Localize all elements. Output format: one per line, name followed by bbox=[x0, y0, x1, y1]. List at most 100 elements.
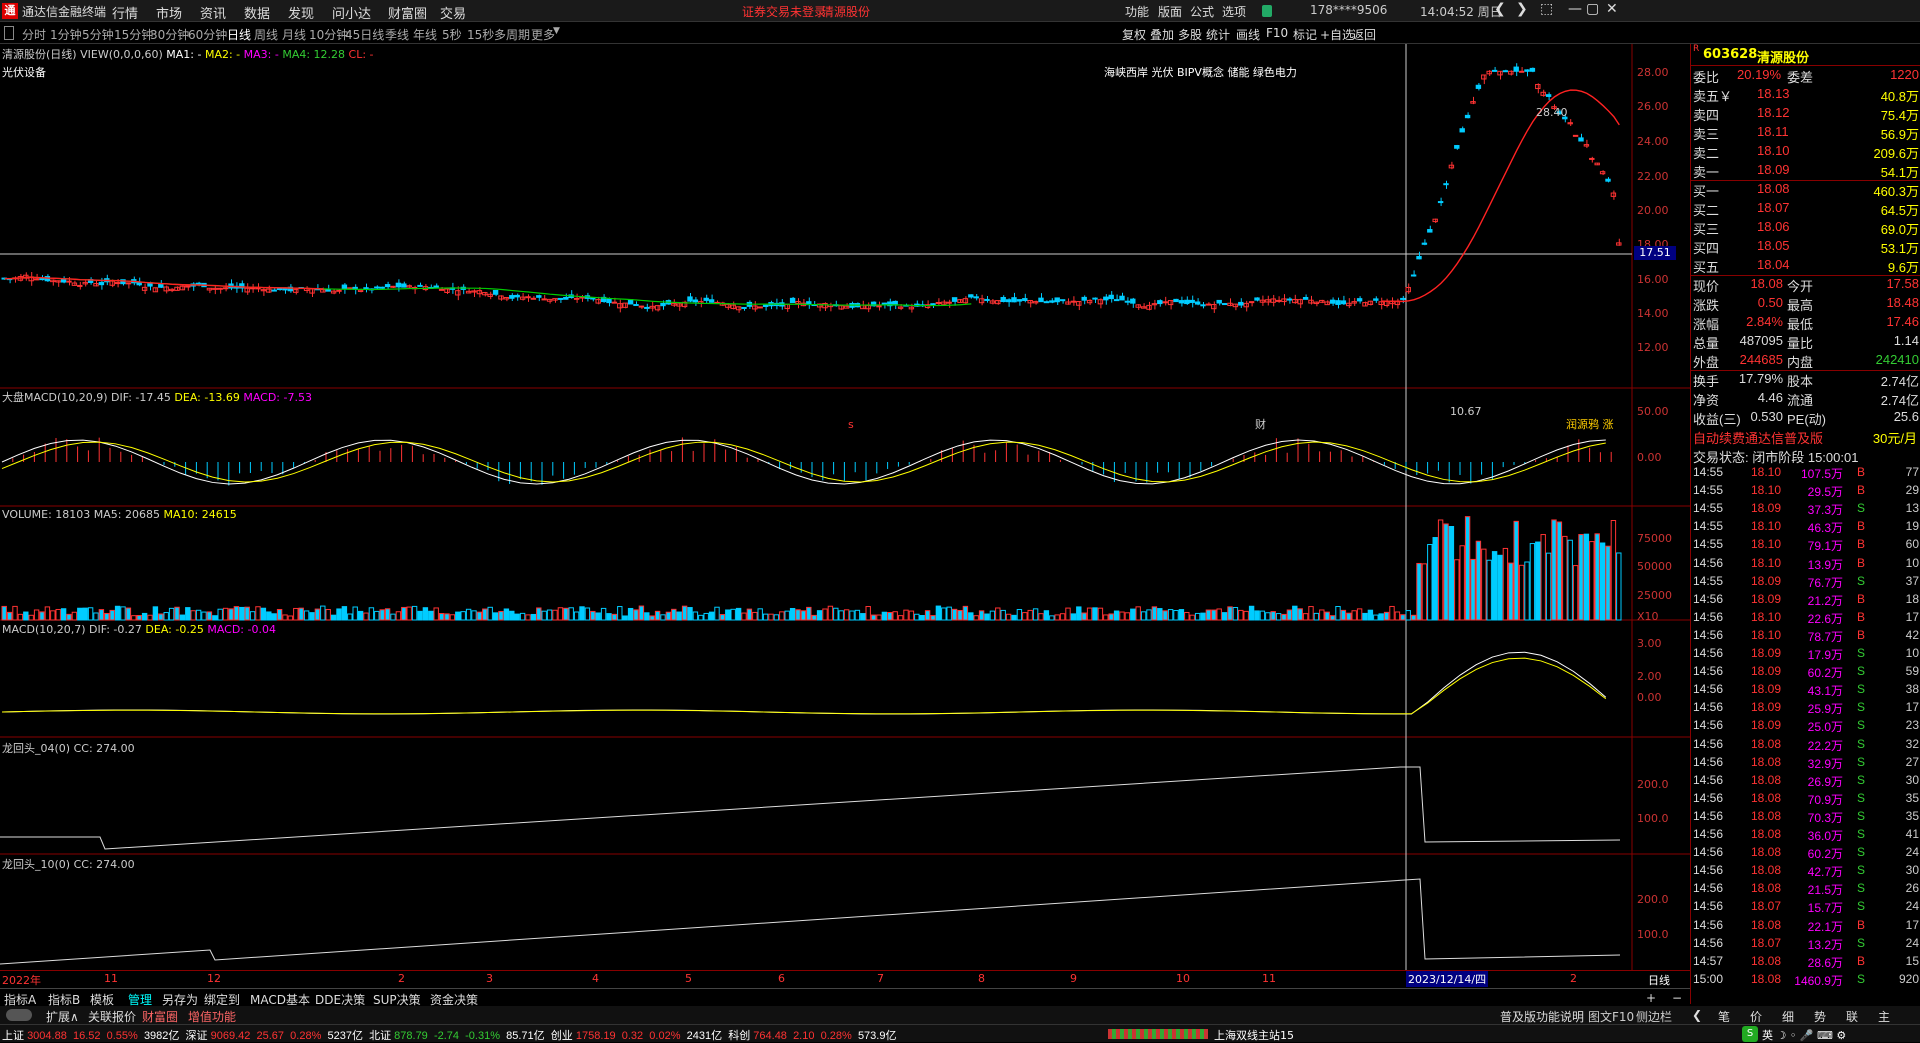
tool-multi-stock[interactable]: 多股 bbox=[1178, 26, 1202, 43]
zoom-out-icon[interactable]: − bbox=[1672, 991, 1682, 1005]
stat-label: 内盘 bbox=[1787, 355, 1814, 370]
period-15min[interactable]: 15分钟 bbox=[114, 26, 153, 43]
volume-bar bbox=[228, 608, 234, 621]
menu-item-data[interactable]: 数据 bbox=[244, 3, 270, 22]
input-method-icon[interactable]: S bbox=[1742, 1026, 1758, 1042]
sidebar-link[interactable]: 侧边栏 bbox=[1636, 1008, 1672, 1025]
menu-item-trade[interactable]: 交易 bbox=[440, 3, 466, 22]
toggle-icon[interactable] bbox=[4, 26, 14, 40]
volume-bar bbox=[1184, 611, 1190, 621]
tab-extend[interactable]: 扩展∧ bbox=[46, 1008, 79, 1025]
period-year[interactable]: 年线 bbox=[413, 26, 437, 43]
ad-banner[interactable]: 自动续费通达信普及版 30元/月 bbox=[1691, 427, 1920, 446]
volume-bar bbox=[1259, 610, 1266, 621]
candle-body bbox=[1410, 274, 1417, 277]
period-multi[interactable]: 多周期 bbox=[494, 26, 530, 43]
menu-item-news[interactable]: 资讯 bbox=[200, 3, 226, 22]
back-icon[interactable]: ❮ bbox=[1494, 1, 1506, 17]
stat-value: 4.46 bbox=[1757, 390, 1783, 405]
tick-time: 15:00 bbox=[1693, 971, 1724, 986]
period-daily[interactable]: 日线 bbox=[227, 26, 251, 43]
volume-bar bbox=[806, 606, 812, 621]
server-label[interactable]: 上海双线主站15 bbox=[1214, 1027, 1294, 1043]
volume-bar bbox=[109, 609, 115, 621]
rtab-xi[interactable]: 细 bbox=[1782, 1008, 1794, 1025]
period-10min[interactable]: 10分钟 bbox=[309, 26, 348, 43]
menu-function[interactable]: 功能 bbox=[1125, 3, 1149, 20]
help-link[interactable]: 普及版功能说明 bbox=[1500, 1008, 1584, 1025]
date-axis-period[interactable]: 日线 bbox=[1648, 972, 1670, 988]
period-5min[interactable]: 5分钟 bbox=[82, 26, 114, 43]
bid-label: 买三 bbox=[1693, 222, 1720, 237]
kline-chart[interactable]: 28.40 10.67 s 财 润源鸦 涨 bbox=[0, 44, 1690, 1004]
period-60min[interactable]: 60分钟 bbox=[188, 26, 227, 43]
tool-overlay[interactable]: 叠加 bbox=[1150, 26, 1174, 43]
menu-item-discover[interactable]: 发现 bbox=[288, 3, 314, 22]
tool-stats[interactable]: 统计 bbox=[1206, 26, 1230, 43]
menu-item-hangqing[interactable]: 行情 bbox=[112, 3, 138, 22]
menu-item-market[interactable]: 市场 bbox=[156, 3, 182, 22]
volume-title: VOLUME: 18103 MA5: 20685 MA10: 24615 bbox=[2, 508, 237, 521]
tool-add-watch[interactable]: +自选 bbox=[1320, 26, 1354, 43]
restore-icon[interactable]: ⬚ bbox=[1540, 1, 1553, 17]
close-icon[interactable]: ✕ bbox=[1606, 1, 1618, 17]
chart-area[interactable]: 28.40 10.67 s 财 润源鸦 涨 bbox=[0, 44, 1690, 1004]
rtab-zhu[interactable]: 主 bbox=[1878, 1008, 1890, 1025]
menu-item-fortune[interactable]: 财富圈 bbox=[388, 3, 427, 22]
menu-layout[interactable]: 版面 bbox=[1158, 3, 1182, 20]
user-account[interactable]: 178****9506 bbox=[1310, 3, 1387, 17]
rtab-jia[interactable]: 价 bbox=[1750, 1008, 1762, 1025]
ask-label: 卖一 bbox=[1693, 165, 1720, 180]
zoom-in-icon[interactable]: + bbox=[1646, 991, 1656, 1005]
period-more[interactable]: 更多 bbox=[531, 26, 555, 43]
tool-draw[interactable]: 画线 bbox=[1236, 26, 1260, 43]
tab-related-quote[interactable]: 关联报价 bbox=[88, 1008, 136, 1025]
volume-axis-label: 25000 bbox=[1637, 589, 1672, 602]
chevron-down-icon[interactable]: ▼ bbox=[553, 26, 560, 36]
tool-fuquan[interactable]: 复权 bbox=[1122, 26, 1146, 43]
period-monthly[interactable]: 月线 bbox=[282, 26, 306, 43]
period-15sec[interactable]: 15秒 bbox=[467, 26, 494, 43]
f10-link[interactable]: 图文F10 bbox=[1588, 1008, 1634, 1025]
period-fenshi[interactable]: 分时 bbox=[22, 26, 46, 43]
menu-formula[interactable]: 公式 bbox=[1190, 3, 1214, 20]
volume-bar bbox=[1491, 551, 1498, 621]
login-warning[interactable]: 证券交易未登录 bbox=[742, 3, 826, 20]
period-season[interactable]: 季线 bbox=[385, 26, 409, 43]
forward-icon[interactable]: ❯ bbox=[1516, 1, 1528, 17]
volume-bar bbox=[746, 608, 753, 621]
tick-price: 18.08 bbox=[1751, 790, 1782, 805]
collapse-icon[interactable]: ❮ bbox=[1692, 1008, 1702, 1022]
index-ticker[interactable]: 上证 3004.88 16.52 0.55% 3982亿 深证 9069.42 … bbox=[2, 1027, 896, 1043]
candle-body bbox=[762, 304, 769, 308]
tool-mark[interactable]: 标记 bbox=[1293, 26, 1317, 43]
volume-bar bbox=[406, 606, 412, 621]
minimize-icon[interactable]: — bbox=[1568, 1, 1582, 17]
tab-fortune[interactable]: 财富圈 bbox=[142, 1008, 178, 1025]
period-weekly[interactable]: 周线 bbox=[254, 26, 278, 43]
candle-body bbox=[951, 297, 958, 302]
maximize-icon[interactable]: ▢ bbox=[1586, 1, 1599, 17]
rtab-bi[interactable]: 笔 bbox=[1718, 1008, 1730, 1025]
tab-value-added[interactable]: 增值功能 bbox=[188, 1008, 236, 1025]
volume-bar bbox=[1038, 613, 1044, 621]
period-30min[interactable]: 30分钟 bbox=[150, 26, 189, 43]
tool-f10[interactable]: F10 bbox=[1266, 26, 1288, 40]
menu-item-ask[interactable]: 问小达 bbox=[332, 3, 371, 22]
menu-options[interactable]: 选项 bbox=[1222, 3, 1246, 20]
stat-label: 流通 bbox=[1787, 393, 1814, 408]
phone-icon[interactable] bbox=[1262, 5, 1272, 17]
tool-back[interactable]: 返回 bbox=[1352, 26, 1376, 43]
period-5sec[interactable]: 5秒 bbox=[442, 26, 462, 43]
clock: 14:04:52 周日 bbox=[1420, 5, 1502, 19]
candle-body bbox=[1524, 69, 1530, 72]
toggle-switch[interactable] bbox=[6, 1009, 32, 1021]
stat-value: 1.14 bbox=[1893, 333, 1919, 348]
rtab-shi[interactable]: 势 bbox=[1814, 1008, 1826, 1025]
volume-bar bbox=[1416, 562, 1422, 621]
period-1min[interactable]: 1分钟 bbox=[50, 26, 82, 43]
period-45day[interactable]: 45日线 bbox=[345, 26, 384, 43]
rtab-lian[interactable]: 联 bbox=[1846, 1008, 1858, 1025]
lang-icon[interactable]: 英 ☽ ◦ 🎤 ⌨ ⚙ bbox=[1762, 1027, 1846, 1043]
tick-price: 18.09 bbox=[1751, 591, 1782, 606]
